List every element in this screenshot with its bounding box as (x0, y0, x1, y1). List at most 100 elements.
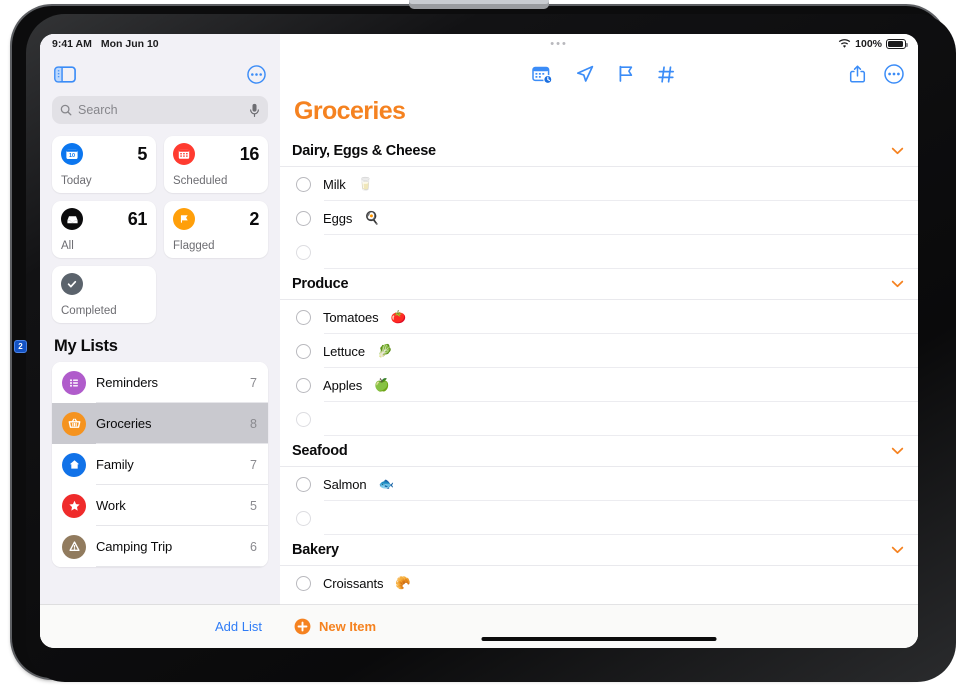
chevron-down-icon[interactable] (891, 447, 904, 455)
new-item-bar[interactable]: New Item (280, 604, 918, 648)
sidebar-item-camping-trip[interactable]: Camping Trip 6 (52, 526, 268, 567)
smart-card-scheduled[interactable]: 16 Scheduled (164, 136, 268, 193)
plus-circle-icon[interactable] (294, 618, 311, 635)
divider (324, 435, 918, 436)
chevron-down-icon[interactable] (891, 280, 904, 288)
complete-checkbox[interactable] (296, 309, 311, 325)
item-label: Lettuce (323, 343, 365, 359)
search-input[interactable]: Search (52, 96, 268, 124)
list-item[interactable]: Croissants 🥐 (280, 566, 918, 600)
list-item[interactable]: Salmon 🐟 (280, 467, 918, 501)
list-item[interactable]: Milk 🥛 (280, 167, 918, 201)
star-icon (62, 493, 86, 518)
flag-icon (173, 208, 195, 230)
section-header-bakery[interactable]: Bakery (280, 535, 918, 566)
chevron-down-icon[interactable] (891, 546, 904, 554)
section-title: Produce (292, 276, 349, 292)
hashtag-icon[interactable] (657, 65, 676, 84)
calendar-icon (173, 143, 195, 165)
device-scene: 2 9:41 AM Mon Jun 10 ••• 100% Search 10 … (0, 0, 958, 692)
sidebar-item-label: Work (96, 498, 126, 513)
divider (324, 534, 918, 535)
divider (324, 268, 918, 269)
share-icon[interactable] (849, 64, 866, 84)
item-emoji: 🥐 (395, 575, 411, 590)
complete-checkbox[interactable] (296, 411, 311, 427)
section-title: Seafood (292, 443, 348, 459)
sidebar-more-icon[interactable] (247, 64, 266, 84)
add-list-button[interactable]: Add List (215, 619, 262, 634)
microphone-icon[interactable] (249, 103, 260, 118)
item-label: Croissants (323, 575, 384, 591)
new-item-button[interactable]: New Item (319, 619, 376, 634)
item-emoji: 🥛 (357, 176, 374, 191)
smart-card-today[interactable]: 10 5 Today (52, 136, 156, 193)
item-emoji: 🐟 (378, 476, 395, 491)
divider (96, 566, 268, 567)
smart-card-count: 16 (239, 143, 260, 164)
sidebar-item-count: 6 (250, 539, 257, 554)
svg-text:10: 10 (69, 153, 75, 159)
item-emoji: 🥬 (376, 343, 393, 358)
item-label: Tomatoes (323, 309, 379, 325)
smart-card-count: 61 (127, 208, 148, 229)
list-item[interactable]: Tomatoes 🍅 (280, 300, 918, 334)
smart-card-label: Flagged (173, 240, 215, 252)
sidebar-bottom-bar: Add List (40, 604, 280, 648)
sidebar-item-count: 7 (250, 375, 257, 390)
location-arrow-icon[interactable] (575, 64, 595, 84)
my-lists-card: Reminders 7 Groceries 8 Family 7 Work 5 … (52, 362, 268, 567)
smart-lists-grid: 10 5 Today 16 Scheduled 61 All 2 Flagged… (40, 136, 280, 323)
main-more-icon[interactable] (884, 64, 904, 84)
smart-card-label: Today (61, 175, 92, 187)
sidebar-item-groceries[interactable]: Groceries 8 (52, 403, 268, 444)
sidebar-item-count: 5 (250, 498, 257, 513)
flag-icon[interactable] (617, 64, 635, 84)
list-item[interactable]: Apples 🍏 (280, 368, 918, 402)
smart-card-all[interactable]: 61 All (52, 201, 156, 258)
chevron-down-icon[interactable] (891, 147, 904, 155)
smart-card-completed[interactable]: Completed (52, 266, 156, 323)
sidebar-item-reminders[interactable]: Reminders 7 (52, 362, 268, 403)
main-toolbar (280, 54, 918, 94)
smart-card-flagged[interactable]: 2 Flagged (164, 201, 268, 258)
reminders-list[interactable]: Dairy, Eggs & Cheese Milk 🥛 Eggs 🍳 Produ… (280, 136, 918, 604)
section-header-dairy-eggs-cheese[interactable]: Dairy, Eggs & Cheese (280, 136, 918, 167)
main-toolbar-center (280, 54, 918, 94)
complete-checkbox[interactable] (296, 377, 311, 393)
complete-checkbox[interactable] (296, 210, 311, 226)
search-icon (60, 104, 72, 116)
smart-card-label: Scheduled (173, 175, 228, 187)
sidebar-item-label: Reminders (96, 375, 158, 390)
section-header-produce[interactable]: Produce (280, 269, 918, 300)
calendar-day-icon: 10 (61, 143, 83, 165)
sidebar-item-label: Camping Trip (96, 539, 173, 554)
smart-card-label: All (61, 240, 74, 252)
inbox-tray-icon (61, 208, 83, 230)
schedule-date-icon[interactable] (532, 65, 553, 84)
complete-checkbox[interactable] (296, 575, 311, 591)
sidebar-toolbar (40, 54, 280, 94)
my-lists-header: My Lists (54, 337, 118, 355)
complete-checkbox[interactable] (296, 343, 311, 359)
home-indicator[interactable] (481, 637, 717, 641)
section-header-seafood[interactable]: Seafood (280, 436, 918, 467)
complete-checkbox[interactable] (296, 476, 311, 492)
item-label: Milk (323, 176, 346, 192)
complete-checkbox[interactable] (296, 244, 311, 260)
callout-marker-2: 2 (14, 340, 27, 353)
new-item-placeholder-row[interactable] (280, 501, 918, 535)
new-item-placeholder-row[interactable] (280, 235, 918, 269)
sidebar-item-label: Family (96, 457, 134, 472)
sidebar-toggle-icon[interactable] (54, 65, 76, 83)
list-item[interactable]: Eggs 🍳 (280, 201, 918, 235)
house-icon (62, 452, 86, 477)
search-placeholder: Search (78, 103, 118, 117)
list-item[interactable]: Lettuce 🥬 (280, 334, 918, 368)
complete-checkbox[interactable] (296, 176, 311, 192)
ipad-screen: 9:41 AM Mon Jun 10 ••• 100% Search 10 5 … (40, 34, 918, 648)
sidebar-item-family[interactable]: Family 7 (52, 444, 268, 485)
sidebar-item-work[interactable]: Work 5 (52, 485, 268, 526)
complete-checkbox[interactable] (296, 510, 311, 526)
new-item-placeholder-row[interactable] (280, 402, 918, 436)
